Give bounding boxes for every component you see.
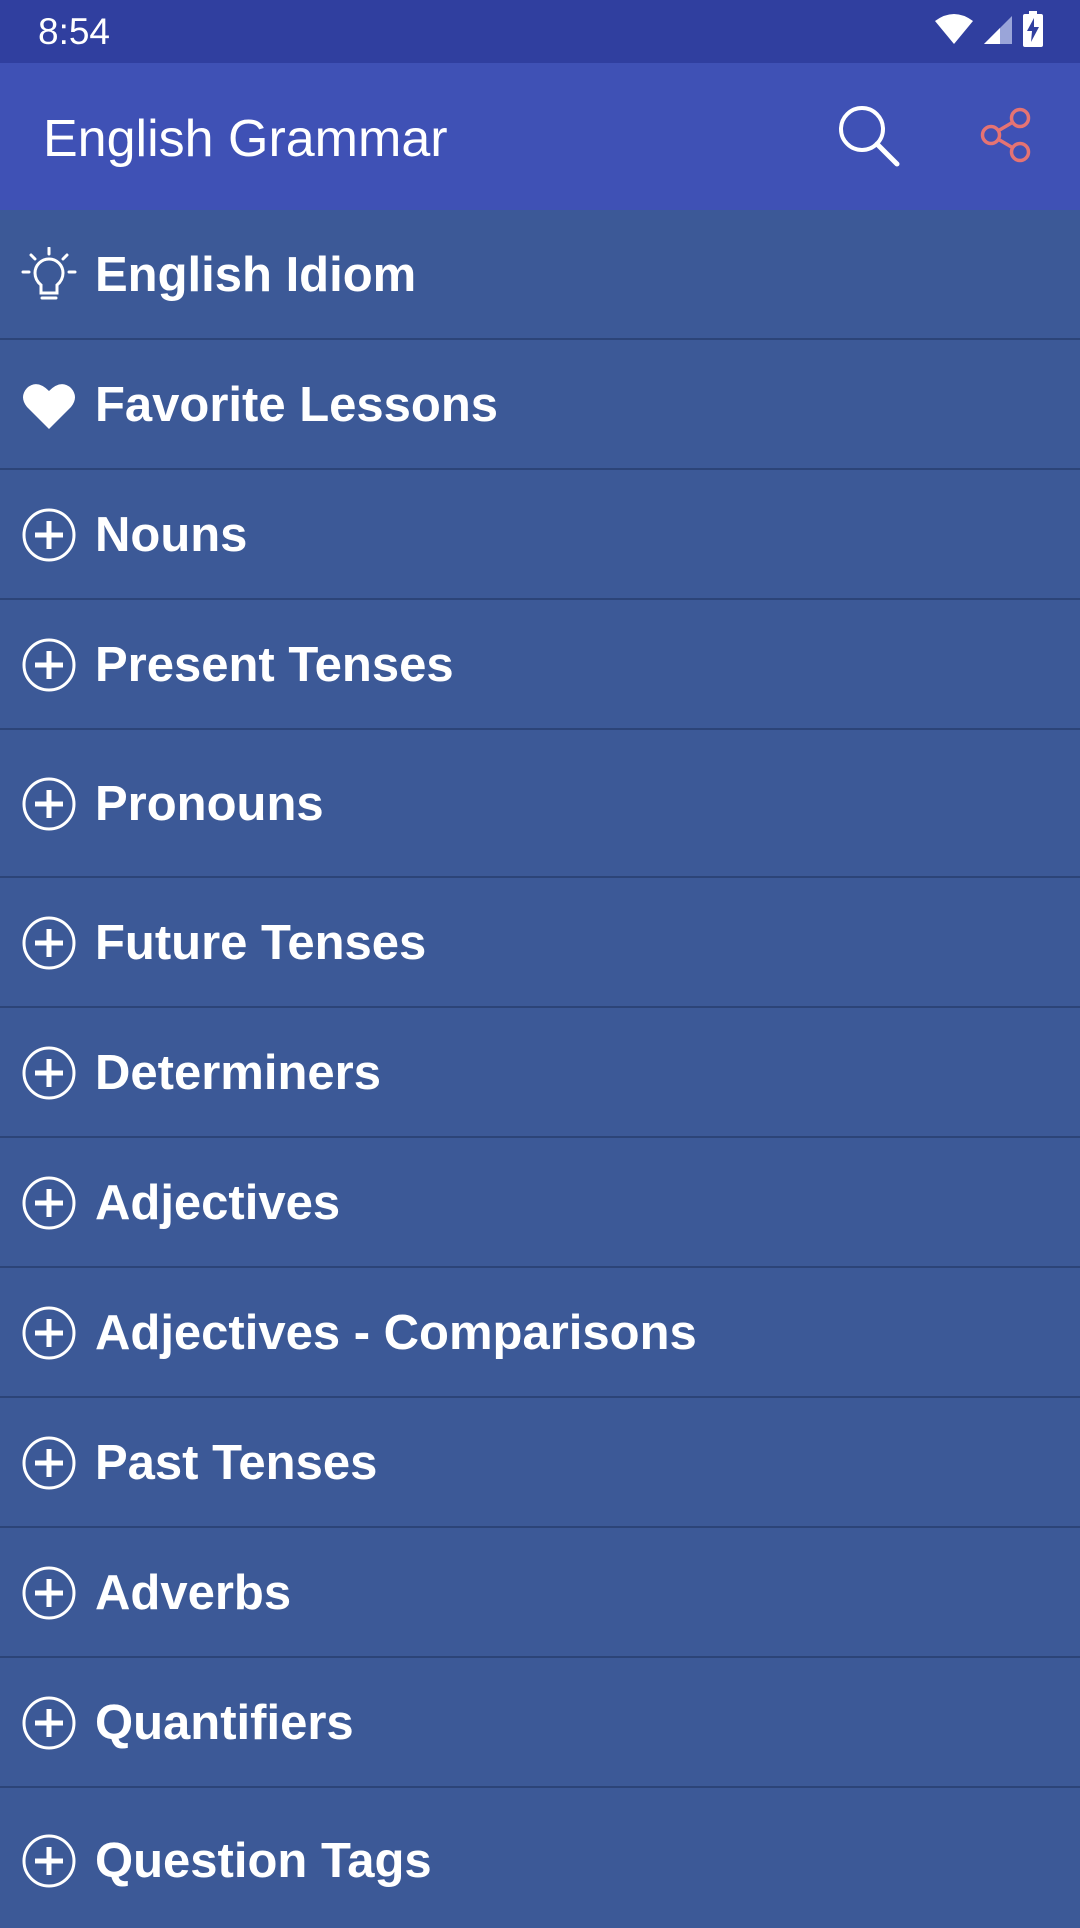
list-item-label: Pronouns [95,777,324,831]
lesson-list: English Idiom Favorite Lessons Nouns Pre… [0,210,1080,1928]
list-item-label: Determiners [95,1046,381,1100]
plus-circle-icon [21,1833,77,1889]
list-item-adjectives-comparisons[interactable]: Adjectives - Comparisons [0,1268,1080,1398]
list-item-label: Nouns [95,508,248,562]
list-item-label: English Idiom [95,248,417,302]
list-item-past-tenses[interactable]: Past Tenses [0,1398,1080,1528]
list-item-english-idiom[interactable]: English Idiom [0,210,1080,340]
list-item-determiners[interactable]: Determiners [0,1008,1080,1138]
heart-icon [21,377,77,433]
cellular-signal-icon [982,13,1014,50]
lightbulb-icon [21,247,77,303]
search-icon [835,102,901,173]
list-item-favorite-lessons[interactable]: Favorite Lessons [0,340,1080,470]
list-item-label: Quantifiers [95,1696,354,1750]
list-item-future-tenses[interactable]: Future Tenses [0,878,1080,1008]
list-item-question-tags[interactable]: Question Tags [0,1788,1080,1928]
list-item-label: Adjectives - Comparisons [95,1306,697,1360]
list-item-adjectives[interactable]: Adjectives [0,1138,1080,1268]
list-item-label: Question Tags [95,1834,432,1888]
status-bar: 8:54 [0,0,1080,63]
list-item-adverbs[interactable]: Adverbs [0,1528,1080,1658]
plus-circle-icon [21,1305,77,1361]
share-icon [978,107,1034,168]
list-item-nouns[interactable]: Nouns [0,470,1080,600]
plus-circle-icon [21,1175,77,1231]
list-item-label: Adverbs [95,1566,292,1620]
app-title: English Grammar [43,110,448,168]
app-bar: English Grammar [0,63,1080,210]
list-item-present-tenses[interactable]: Present Tenses [0,600,1080,730]
plus-circle-icon [21,1435,77,1491]
list-item-label: Future Tenses [95,916,427,970]
status-icons [934,10,1044,52]
search-button[interactable] [830,99,906,175]
plus-circle-icon [21,776,77,832]
list-item-label: Past Tenses [95,1436,378,1490]
wifi-icon [934,13,974,50]
battery-charging-icon [1022,10,1044,52]
plus-circle-icon [21,1695,77,1751]
list-item-quantifiers[interactable]: Quantifiers [0,1658,1080,1788]
list-item-label: Favorite Lessons [95,378,499,432]
plus-circle-icon [21,915,77,971]
plus-circle-icon [21,637,77,693]
list-item-label: Adjectives [95,1176,341,1230]
plus-circle-icon [21,507,77,563]
plus-circle-icon [21,1045,77,1101]
share-button[interactable] [968,99,1044,175]
list-item-label: Present Tenses [95,638,454,692]
status-time: 8:54 [38,11,111,52]
plus-circle-icon [21,1565,77,1621]
list-item-pronouns[interactable]: Pronouns [0,730,1080,878]
